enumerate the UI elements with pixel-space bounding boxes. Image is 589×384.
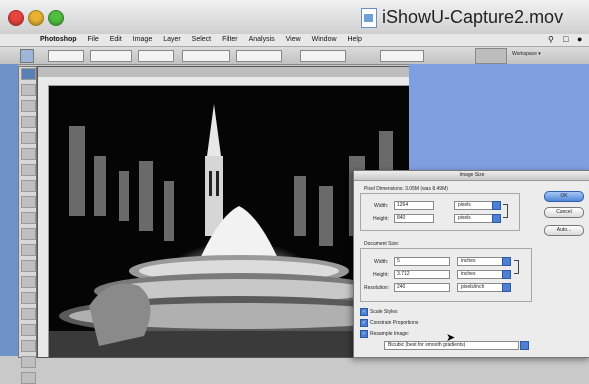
menu-window[interactable]: Window <box>312 34 337 46</box>
doc-link-icon <box>514 260 519 274</box>
constrain-proportions-label: Constrain Proportions <box>370 320 419 326</box>
options-bar: Workspace ▾ <box>0 47 589 65</box>
menu-analysis[interactable]: Analysis <box>249 34 275 46</box>
tools-panel <box>18 66 37 384</box>
marquee-tool-icon[interactable] <box>20 49 34 63</box>
horizontal-ruler <box>38 77 410 86</box>
window-titlebar: iShowU-Capture2.mov <box>0 0 589 35</box>
selection-mode-buttons[interactable] <box>48 50 84 62</box>
pixel-width-label: Width: <box>374 203 389 209</box>
gradient-tool-icon[interactable] <box>21 244 36 256</box>
doc-height-unit-select[interactable]: inches <box>457 270 504 279</box>
brush-tool-icon[interactable] <box>21 180 36 192</box>
doc-width-unit-arrow-icon[interactable] <box>502 257 511 266</box>
doc-height-label: Height: <box>373 272 389 278</box>
resolution-label: Resolution: <box>364 285 390 291</box>
auto-button[interactable]: Auto... <box>544 225 584 236</box>
window-title: iShowU-Capture2.mov <box>382 7 564 27</box>
antialias-checkbox[interactable] <box>138 50 174 62</box>
height-field[interactable] <box>300 50 346 62</box>
constrain-proportions-checkbox[interactable]: ✓ <box>360 319 368 327</box>
display-icon[interactable]: □ <box>563 34 568 44</box>
lasso-tool-icon[interactable] <box>21 100 36 112</box>
scale-styles-checkbox[interactable]: ✓ <box>360 308 368 316</box>
healing-tool-icon[interactable] <box>21 164 36 176</box>
doc-width-input[interactable]: 5 <box>394 257 450 266</box>
marquee-tool-icon[interactable] <box>21 84 36 96</box>
pixel-link-icon <box>503 204 508 218</box>
refine-edge-button[interactable] <box>380 50 424 62</box>
path-selection-tool-icon[interactable] <box>21 324 36 336</box>
spotlight-icon[interactable]: ⚲ <box>548 35 554 44</box>
resolution-input[interactable]: 240 <box>394 283 450 292</box>
resample-image-checkbox[interactable]: ✓ <box>360 330 368 338</box>
notes-tool-icon[interactable] <box>21 356 36 368</box>
pixel-dimensions-label: Pixel Dimensions: 3.05M (was 8.49M) <box>364 186 448 192</box>
doc-width-label: Width: <box>374 259 389 265</box>
pen-tool-icon[interactable] <box>21 292 36 304</box>
image-size-dialog: Image Size Pixel Dimensions: 3.05M (was … <box>353 170 589 358</box>
pixel-width-input[interactable]: 1264 <box>394 201 434 210</box>
resolution-unit-select[interactable]: pixels/inch <box>457 283 504 292</box>
dialog-title: Image Size <box>354 171 589 181</box>
resample-image-label: Resample Image: <box>370 331 410 337</box>
menu-items: Photoshop File Edit Image Layer Select F… <box>40 34 371 46</box>
history-brush-tool-icon[interactable] <box>21 212 36 224</box>
menubar:  Photoshop File Edit Image Layer Select… <box>0 34 589 78</box>
menu-edit[interactable]: Edit <box>110 34 122 46</box>
doc-height-input[interactable]: 3.712 <box>394 270 450 279</box>
menu-layer[interactable]: Layer <box>163 34 181 46</box>
type-tool-icon[interactable] <box>21 308 36 320</box>
pixel-height-unit-arrow-icon[interactable] <box>492 214 501 223</box>
menu-photoshop[interactable]: Photoshop <box>40 34 77 46</box>
desktop-strip <box>0 64 18 356</box>
ok-button[interactable]: OK <box>544 191 584 202</box>
magic-wand-tool-icon[interactable] <box>21 116 36 128</box>
document-tab[interactable] <box>38 67 410 77</box>
feather-field[interactable] <box>90 50 132 62</box>
blur-tool-icon[interactable] <box>21 260 36 272</box>
document-size-label: Document Size: <box>364 241 400 247</box>
dodge-tool-icon[interactable] <box>21 276 36 288</box>
shape-tool-icon[interactable] <box>21 340 36 352</box>
doc-height-unit-arrow-icon[interactable] <box>502 270 511 279</box>
close-window-button[interactable] <box>8 10 24 26</box>
user-icon[interactable]: ● <box>577 34 582 44</box>
eraser-tool-icon[interactable] <box>21 228 36 240</box>
doc-width-unit-select[interactable]: inches <box>457 257 504 266</box>
menu-image[interactable]: Image <box>133 34 152 46</box>
slice-tool-icon[interactable] <box>21 148 36 160</box>
cancel-button[interactable]: Cancel <box>544 207 584 218</box>
pixel-height-input[interactable]: 840 <box>394 214 434 223</box>
move-tool-icon[interactable] <box>21 68 36 80</box>
minimize-window-button[interactable] <box>28 10 44 26</box>
pixel-dimensions-group <box>360 193 520 231</box>
menu-select[interactable]: Select <box>192 34 211 46</box>
scale-styles-label: Scale Styles <box>370 309 398 315</box>
menu-filter[interactable]: Filter <box>222 34 238 46</box>
pixel-height-label: Height: <box>373 216 389 222</box>
workspace-menu[interactable]: Workspace ▾ <box>512 51 541 57</box>
menu-file[interactable]: File <box>88 34 99 46</box>
eyedropper-tool-icon[interactable] <box>21 372 36 384</box>
menu-view[interactable]: View <box>286 34 301 46</box>
menu-help[interactable]: Help <box>347 34 361 46</box>
stamp-tool-icon[interactable] <box>21 196 36 208</box>
zoom-window-button[interactable] <box>48 10 64 26</box>
mouse-cursor-icon: ➤ <box>446 332 456 344</box>
resolution-unit-arrow-icon[interactable] <box>502 283 511 292</box>
pixel-width-unit-select[interactable]: pixels <box>454 201 495 210</box>
document-icon <box>361 8 377 28</box>
resample-method-arrow-icon[interactable] <box>520 341 529 350</box>
style-select[interactable] <box>182 50 230 62</box>
crop-tool-icon[interactable] <box>21 132 36 144</box>
panel-icon[interactable] <box>475 48 507 64</box>
pixel-height-unit-select[interactable]: pixels <box>454 214 495 223</box>
vertical-ruler <box>38 85 49 357</box>
width-field[interactable] <box>236 50 282 62</box>
pixel-width-unit-arrow-icon[interactable] <box>492 201 501 210</box>
